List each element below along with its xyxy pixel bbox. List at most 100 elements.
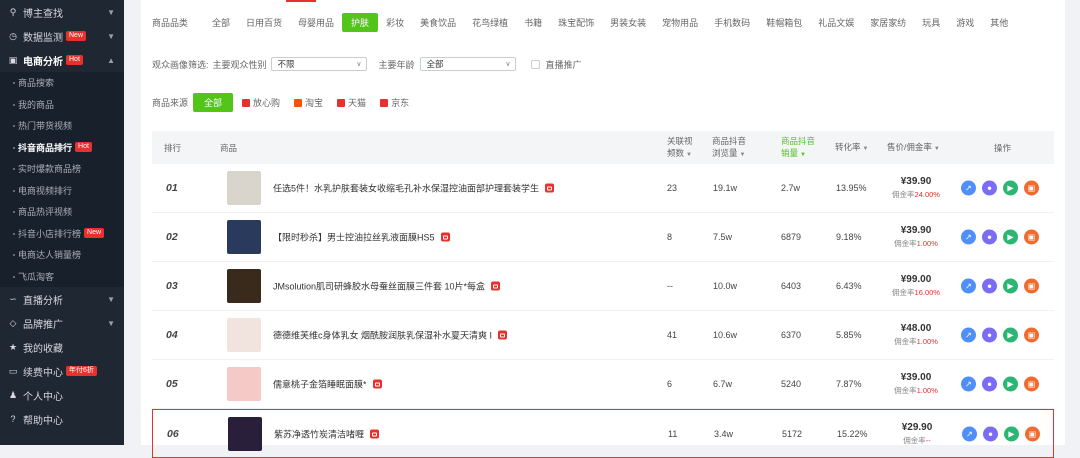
category-home[interactable]: 家居家纺: [862, 14, 914, 31]
commission: 佣金率1.00%: [873, 335, 959, 348]
category-games[interactable]: 游戏: [948, 14, 982, 31]
video-play-icon[interactable]: ▶: [1003, 327, 1018, 343]
sidebar-sub-product-search[interactable]: 商品搜索: [0, 72, 124, 94]
trend-chart-icon[interactable]: ↗: [961, 327, 976, 343]
sidebar-item-ecommerce[interactable]: ▣ 电商分析 Hot ▲: [0, 48, 124, 72]
sidebar-sub-hot-comments[interactable]: 商品热评视频: [0, 201, 124, 223]
sidebar-sub-video-ranking[interactable]: 电商视频排行: [0, 180, 124, 202]
sidebar-sub-kol-sales[interactable]: 电商达人销量榜: [0, 244, 124, 266]
sidebar-sub-realtime-ranking[interactable]: 实时爆款商品榜: [0, 158, 124, 180]
source-jd[interactable]: 京东: [380, 96, 409, 109]
audience-icon[interactable]: ●: [982, 376, 997, 392]
video-play-icon[interactable]: ▶: [1003, 376, 1018, 392]
audience-icon[interactable]: ●: [982, 229, 997, 245]
source-fangxingou[interactable]: 放心购: [242, 96, 280, 109]
table-row[interactable]: 02 【限时秒杀】男士控油拉丝乳液面膜HS5 8 7.5w 6879 9.18% ¥39.9…: [152, 213, 1054, 262]
sidebar-item-favorites[interactable]: ★ 我的收藏: [0, 335, 124, 359]
category-food[interactable]: 美食饮品: [412, 14, 464, 31]
chevron-down-icon: ▼: [107, 31, 115, 41]
shop-bag-icon[interactable]: ▣: [1024, 327, 1039, 343]
live-promo-checkbox[interactable]: [530, 59, 540, 69]
sidebar-item-blogger-search[interactable]: ⚲ 博主查找 ▼: [0, 0, 124, 24]
shop-bag-icon[interactable]: ▣: [1025, 426, 1040, 441]
source-tmall[interactable]: 天猫: [337, 96, 366, 109]
sidebar-sub-douyin-ranking[interactable]: 抖音商品排行 Hot: [0, 137, 124, 159]
live-icon: ∽: [9, 293, 17, 304]
view-count: 10.0w: [713, 281, 738, 291]
category-daily[interactable]: 日用百货: [238, 14, 290, 31]
trend-chart-icon[interactable]: ↗: [962, 426, 977, 441]
shop-bag-icon[interactable]: ▣: [1024, 229, 1039, 245]
product-thumbnail[interactable]: [227, 318, 261, 352]
commission: 佣金率1.00%: [873, 384, 959, 397]
category-plants[interactable]: 花鸟绿植: [464, 14, 516, 31]
category-toys[interactable]: 玩具: [914, 14, 948, 31]
product-title[interactable]: 【限时秒杀】男士控油拉丝乳液面膜HS5: [273, 231, 450, 244]
trend-chart-icon[interactable]: ↗: [961, 376, 976, 392]
sidebar-sub-hot-videos[interactable]: 热门带货视频: [0, 115, 124, 137]
header-sales[interactable]: 商品抖音销量 ▼: [781, 135, 823, 161]
sidebar-sub-store-ranking[interactable]: 抖音小店排行榜 New: [0, 223, 124, 245]
source-taobao[interactable]: 淘宝: [294, 96, 323, 109]
product-thumbnail[interactable]: [228, 416, 262, 451]
product-thumbnail[interactable]: [227, 171, 261, 205]
category-jewelry[interactable]: 珠宝配饰: [550, 14, 602, 31]
source-all[interactable]: 全部: [193, 93, 234, 112]
sidebar-item-profile[interactable]: ♟ 个人中心: [0, 383, 124, 407]
audience-icon[interactable]: ●: [982, 327, 997, 343]
trend-chart-icon[interactable]: ↗: [961, 180, 976, 196]
category-other[interactable]: 其他: [982, 14, 1016, 31]
category-books[interactable]: 书籍: [516, 14, 550, 31]
table-row[interactable]: 03 JMsolution肌司研蜂胶水母蚕丝面膜三件套 10片*每盒 -- 10.0w…: [152, 262, 1054, 311]
sidebar-sub-taoke[interactable]: 飞瓜淘客: [0, 266, 124, 288]
audience-label: 观众画像筛选:: [152, 59, 209, 70]
sidebar-item-brand[interactable]: ◇ 品牌推广 ▼: [0, 311, 124, 335]
sidebar-item-data-monitor[interactable]: ◷ 数据监测 New ▼: [0, 24, 124, 48]
category-digital[interactable]: 手机数码: [706, 14, 758, 31]
category-makeup[interactable]: 彩妆: [378, 14, 412, 31]
header-price[interactable]: 售价/佣金率 ▼: [887, 141, 940, 155]
audience-icon[interactable]: ●: [982, 278, 997, 294]
product-thumbnail[interactable]: [227, 220, 261, 254]
category-baby[interactable]: 母婴用品: [290, 14, 342, 31]
product-thumbnail[interactable]: [227, 269, 261, 303]
video-play-icon[interactable]: ▶: [1003, 278, 1018, 294]
category-clothing[interactable]: 男装女装: [602, 14, 654, 31]
product-title[interactable]: 儒意桃子金箔睡眠面膜*: [273, 378, 382, 391]
shop-bag-icon[interactable]: ▣: [1024, 376, 1039, 392]
video-play-icon[interactable]: ▶: [1003, 229, 1018, 245]
category-gifts[interactable]: 礼品文娱: [810, 14, 862, 31]
category-pets[interactable]: 宠物用品: [654, 14, 706, 31]
category-bags[interactable]: 鞋帽箱包: [758, 14, 810, 31]
product-title[interactable]: JMsolution肌司研蜂胶水母蚕丝面膜三件套 10片*每盒: [273, 280, 501, 293]
table-row[interactable]: 06 紫苏净透竹炭清洁啫喱 11 3.4w 5172 15.22% ¥29.90 佣金率-- ↗…: [152, 409, 1054, 458]
trend-chart-icon[interactable]: ↗: [961, 278, 976, 294]
sidebar-sub-my-products[interactable]: 我的商品: [0, 94, 124, 116]
header-videos[interactable]: 关联视频数 ▼: [667, 135, 699, 161]
table-row[interactable]: 04 德德维芙维c身体乳女 烟酰胺润肤乳保湿补水夏天清爽 I 41 10.6w 6370…: [152, 311, 1054, 360]
product-title[interactable]: 紫苏净透竹炭清洁啫喱: [274, 427, 380, 440]
shop-bag-icon[interactable]: ▣: [1024, 180, 1039, 196]
shop-tag-icon: [498, 330, 508, 340]
video-play-icon[interactable]: ▶: [1004, 426, 1019, 441]
table-row[interactable]: 05 儒意桃子金箔睡眠面膜* 6 6.7w 5240 7.87% ¥39.00 佣金率1.00…: [152, 360, 1054, 409]
header-conversion[interactable]: 转化率 ▼: [835, 141, 868, 155]
gender-select[interactable]: 不限 ∨: [270, 57, 367, 71]
table-row[interactable]: 01 任选5件！水乳护肤套装女收缩毛孔补水保湿控油面部护理套装学生 23 19.1w 2…: [152, 164, 1054, 213]
sidebar-item-live[interactable]: ∽ 直播分析 ▼: [0, 287, 124, 311]
sidebar-item-renew[interactable]: ▭ 续费中心 年付6折: [0, 359, 124, 383]
shop-bag-icon[interactable]: ▣: [1024, 278, 1039, 294]
category-all[interactable]: 全部: [204, 14, 238, 31]
category-skincare[interactable]: 护肤: [342, 13, 379, 32]
header-views[interactable]: 商品抖音浏览量 ▼: [712, 135, 754, 161]
video-count: 41: [667, 330, 678, 340]
trend-chart-icon[interactable]: ↗: [961, 229, 976, 245]
product-thumbnail[interactable]: [227, 367, 261, 401]
age-select[interactable]: 全部 ∨: [419, 57, 516, 71]
audience-icon[interactable]: ●: [983, 426, 998, 441]
sidebar-item-help[interactable]: ? 帮助中心: [0, 407, 124, 431]
product-title[interactable]: 德德维芙维c身体乳女 烟酰胺润肤乳保湿补水夏天清爽 I: [273, 329, 508, 342]
product-title[interactable]: 任选5件！水乳护肤套装女收缩毛孔补水保湿控油面部护理套装学生: [273, 182, 555, 195]
video-play-icon[interactable]: ▶: [1003, 180, 1018, 196]
audience-icon[interactable]: ●: [982, 180, 997, 196]
